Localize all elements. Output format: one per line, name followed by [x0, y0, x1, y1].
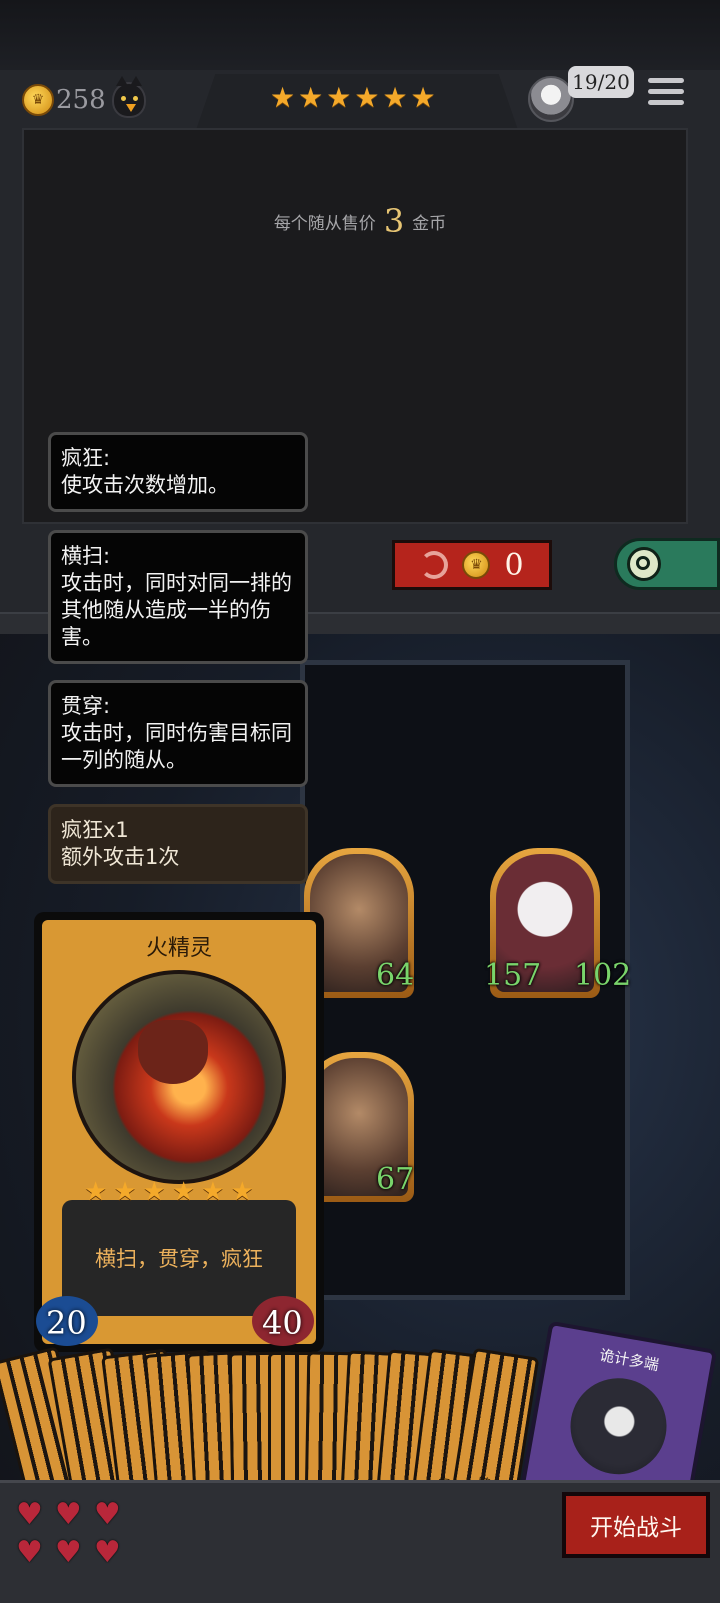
card-description-box: 横扫，贯穿，疯狂 [62, 1200, 296, 1316]
star-icon: ★ [142, 1177, 166, 1207]
refresh-cost: 0 [504, 547, 524, 583]
star-icon: ★ [113, 1177, 137, 1207]
star-icon: ★ [326, 81, 352, 114]
refresh-icon [420, 551, 449, 579]
star-icon: ★ [84, 1177, 108, 1207]
buff-tooltip: 疯狂x1 额外攻击1次 [48, 804, 308, 884]
gold-coin-icon: ♛ [22, 84, 54, 116]
search-button[interactable] [614, 538, 720, 590]
star-icon: ★ [270, 81, 296, 114]
heart-icon: ♥ [93, 1535, 121, 1570]
minion-health: 64 [376, 958, 415, 993]
sell-suffix: 金币 [412, 214, 447, 234]
search-icon [627, 547, 661, 581]
player-count-badge: 19/20 [568, 66, 634, 98]
tier-stars: ★ ★ ★ ★ ★ ★ [270, 84, 436, 112]
card-health: 40 [262, 1304, 303, 1342]
start-battle-button[interactable]: 开始战斗 [562, 1492, 710, 1558]
star-icon: ★ [230, 1177, 254, 1207]
star-icon: ★ [410, 81, 436, 114]
keyword-tooltip-sweep: 横扫: 攻击时，同时对同一排的其他随从造成一半的伤害。 [48, 530, 308, 664]
tooltip-title: 横扫: [61, 544, 111, 568]
star-icon: ★ [298, 81, 324, 114]
fire-spirit-portrait [72, 970, 286, 1184]
refresh-shop-button[interactable]: ♛ 0 [392, 540, 552, 590]
tooltip-text: 攻击时，同时对同一排的其他随从造成一半的伤害。 [61, 571, 292, 649]
gold-counter: ♛ 258 [22, 82, 106, 118]
heart-icon: ♥ [16, 1497, 43, 1532]
star-icon: ★ [201, 1177, 225, 1207]
tooltip-title: 疯狂x1 [61, 818, 129, 842]
star-icon: ★ [382, 81, 408, 114]
menu-icon[interactable] [648, 78, 684, 110]
minion-health: 67 [376, 1162, 415, 1197]
card-name: 火精灵 [145, 936, 212, 961]
gold-value: 258 [56, 85, 106, 115]
star-icon: ★ [171, 1177, 196, 1207]
tooltip-text: 攻击时，同时伤害目标同一列的随从。 [61, 721, 292, 772]
card-frame: 火精灵 横扫，贯穿，疯狂 ★ ★ ★ ★ ★ ★ [42, 920, 316, 1344]
crow-pet-icon[interactable] [112, 76, 146, 118]
heart-icon: ♥ [93, 1497, 121, 1532]
lives-display: ♥ ♥ ♥ ♥ ♥ ♥ [16, 1500, 136, 1568]
keyword-tooltip-frenzy: 疯狂: 使攻击次数增加。 [48, 432, 308, 512]
tooltip-title: 贯穿: [61, 694, 111, 718]
sell-prefix: 每个随从售价 [273, 214, 376, 234]
minion-health: 102 [574, 958, 632, 993]
gold-coin-icon: ♛ [462, 551, 491, 579]
tooltip-text: 额外攻击1次 [61, 845, 180, 869]
heart-icon: ♥ [54, 1535, 82, 1570]
keyword-tooltip-pierce: 贯穿: 攻击时，同时伤害目标同一列的随从。 [48, 680, 308, 787]
minion-attack: 157 [484, 958, 542, 993]
card-stars: ★ ★ ★ ★ ★ ★ [84, 1178, 254, 1206]
heart-icon: ♥ [54, 1497, 82, 1532]
tooltip-title: 疯狂: [61, 446, 111, 470]
trickster-portrait [562, 1370, 675, 1482]
sell-price-hint: 每个随从售价 3 金币 [0, 202, 720, 240]
star-icon: ★ [354, 81, 380, 114]
selected-minion-card[interactable]: 火精灵 横扫，贯穿，疯狂 ★ ★ ★ ★ ★ ★ [34, 912, 324, 1352]
card-attack: 20 [46, 1304, 87, 1342]
sell-price: 3 [383, 202, 405, 240]
card-keywords: 横扫，贯穿，疯狂 [95, 1247, 263, 1271]
heart-icon: ♥ [16, 1535, 43, 1570]
tooltip-text: 使攻击次数增加。 [61, 473, 229, 497]
top-strip [0, 0, 720, 70]
